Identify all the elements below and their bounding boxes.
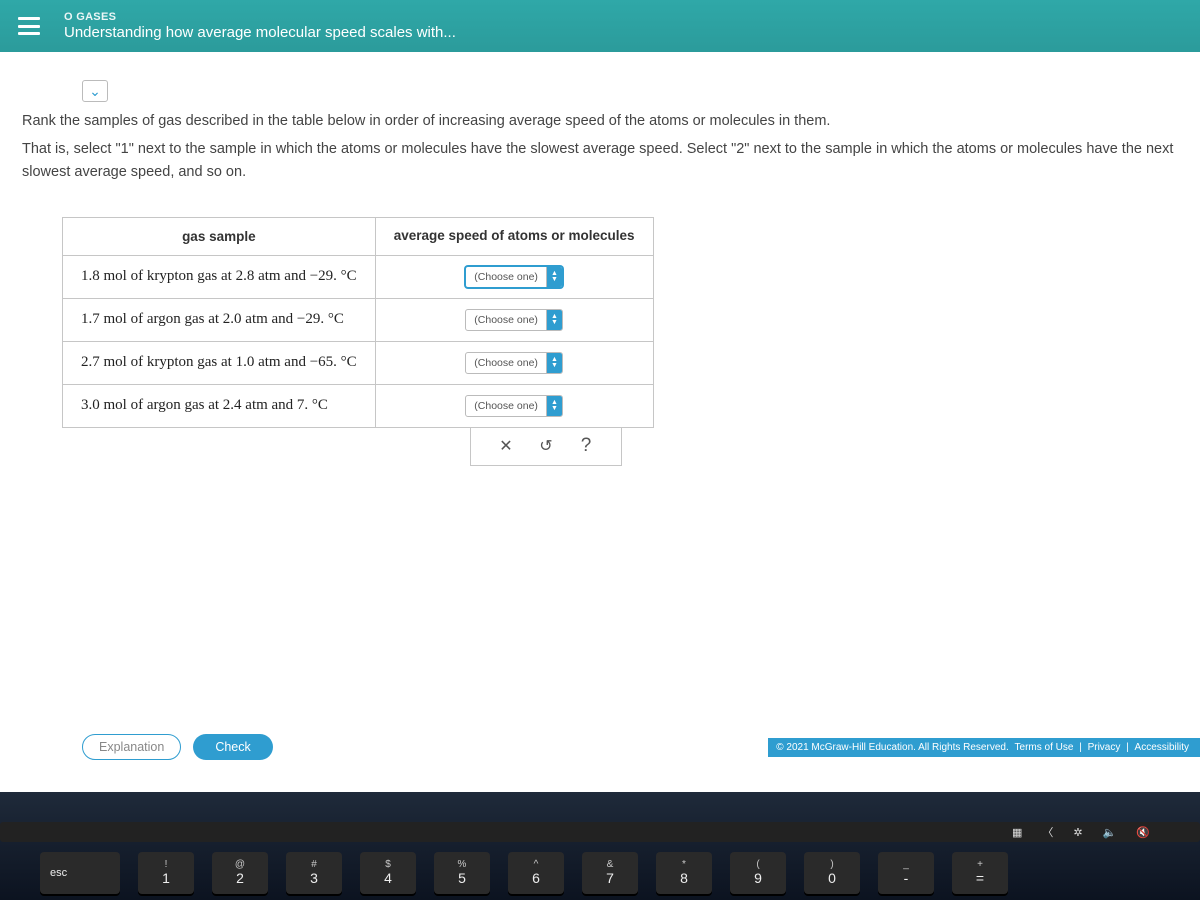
key-esc[interactable]: esc	[40, 852, 120, 894]
table-row: 1.8 mol of krypton gas at 2.8 atm and −2…	[63, 255, 654, 298]
rank-select-4[interactable]: (Choose one) ▲▼	[465, 395, 563, 417]
select-stepper-icon: ▲▼	[546, 267, 562, 287]
keyboard-row: esc !1 @2 #3 $4 %5 ^6 &7 *8 (9 )0 _- +=	[0, 852, 1200, 894]
rank-select-3[interactable]: (Choose one) ▲▼	[465, 352, 563, 374]
key-4[interactable]: $4	[360, 852, 416, 894]
laptop-bezel: ▦ 〈 ✲ 🔈 🔇 esc !1 @2 #3 $4 %5 ^6 &7 *8 (9…	[0, 792, 1200, 900]
tool-row: ✕ ↺ ?	[470, 428, 622, 466]
terms-link[interactable]: Terms of Use	[1015, 742, 1074, 753]
key-7[interactable]: &7	[582, 852, 638, 894]
select-stepper-icon: ▲▼	[546, 310, 562, 330]
header-topic: O GASES	[64, 11, 456, 24]
table-row: 1.7 mol of argon gas at 2.0 atm and −29.…	[63, 298, 654, 341]
copyright: © 2021 McGraw-Hill Education. All Rights…	[768, 738, 1200, 757]
hamburger-menu-icon[interactable]	[18, 17, 40, 35]
key-minus[interactable]: _-	[878, 852, 934, 894]
key-equals[interactable]: +=	[952, 852, 1008, 894]
footer-bar: Explanation Check © 2021 McGraw-Hill Edu…	[22, 734, 1200, 760]
col-header-sample: gas sample	[63, 218, 376, 255]
key-9[interactable]: (9	[730, 852, 786, 894]
key-5[interactable]: %5	[434, 852, 490, 894]
collapse-toggle[interactable]: ⌄	[82, 80, 108, 102]
touchbar: ▦ 〈 ✲ 🔈 🔇	[0, 822, 1200, 842]
chevron-down-icon: ⌄	[89, 84, 101, 98]
select-placeholder: (Choose one)	[466, 314, 546, 326]
key-0[interactable]: )0	[804, 852, 860, 894]
key-6[interactable]: ^6	[508, 852, 564, 894]
accessibility-link[interactable]: Accessibility	[1135, 742, 1189, 753]
col-header-speed: average speed of atoms or molecules	[375, 218, 653, 255]
clear-button[interactable]: ✕	[496, 436, 516, 456]
sample-cell: 3.0 mol of argon gas at 2.4 atm and 7. °…	[63, 384, 376, 427]
sample-cell: 1.8 mol of krypton gas at 2.8 atm and −2…	[63, 255, 376, 298]
explanation-button[interactable]: Explanation	[82, 734, 181, 760]
key-3[interactable]: #3	[286, 852, 342, 894]
sample-cell: 1.7 mol of argon gas at 2.0 atm and −29.…	[63, 298, 376, 341]
key-2[interactable]: @2	[212, 852, 268, 894]
key-1[interactable]: !1	[138, 852, 194, 894]
reset-icon: ↺	[539, 438, 552, 455]
rank-select-1[interactable]: (Choose one) ▲▼	[465, 266, 563, 288]
check-button[interactable]: Check	[193, 734, 272, 760]
close-icon: ✕	[499, 438, 512, 455]
touchbar-brightness-icon[interactable]: ✲	[1073, 826, 1082, 839]
reset-button[interactable]: ↺	[536, 436, 556, 456]
instruction-line-2: That is, select "1" next to the sample i…	[22, 138, 1178, 183]
instruction-line-1: Rank the samples of gas described in the…	[22, 110, 1178, 132]
table-row: 2.7 mol of krypton gas at 1.0 atm and −6…	[63, 341, 654, 384]
touchbar-volume-icon[interactable]: 🔈	[1103, 826, 1117, 839]
help-button[interactable]: ?	[576, 435, 596, 457]
gas-sample-table: gas sample average speed of atoms or mol…	[62, 217, 654, 427]
instructions: Rank the samples of gas described in the…	[22, 110, 1178, 183]
content-area: ⌄ Rank the samples of gas described in t…	[0, 52, 1200, 792]
select-placeholder: (Choose one)	[466, 357, 546, 369]
select-placeholder: (Choose one)	[466, 271, 546, 283]
key-8[interactable]: *8	[656, 852, 712, 894]
select-placeholder: (Choose one)	[466, 400, 546, 412]
select-stepper-icon: ▲▼	[546, 353, 562, 373]
copyright-text: © 2021 McGraw-Hill Education. All Rights…	[776, 742, 1008, 753]
sample-cell: 2.7 mol of krypton gas at 1.0 atm and −6…	[63, 341, 376, 384]
header-title: Understanding how average molecular spee…	[64, 24, 456, 41]
app-header: O GASES Understanding how average molecu…	[0, 0, 1200, 52]
touchbar-layout-icon[interactable]: ▦	[1012, 826, 1022, 839]
touchbar-mute-icon[interactable]: 🔇	[1136, 826, 1150, 839]
privacy-link[interactable]: Privacy	[1088, 742, 1121, 753]
table-row: 3.0 mol of argon gas at 2.4 atm and 7. °…	[63, 384, 654, 427]
help-icon: ?	[581, 435, 592, 456]
select-stepper-icon: ▲▼	[546, 396, 562, 416]
touchbar-back-icon[interactable]: 〈	[1042, 824, 1053, 840]
rank-select-2[interactable]: (Choose one) ▲▼	[465, 309, 563, 331]
